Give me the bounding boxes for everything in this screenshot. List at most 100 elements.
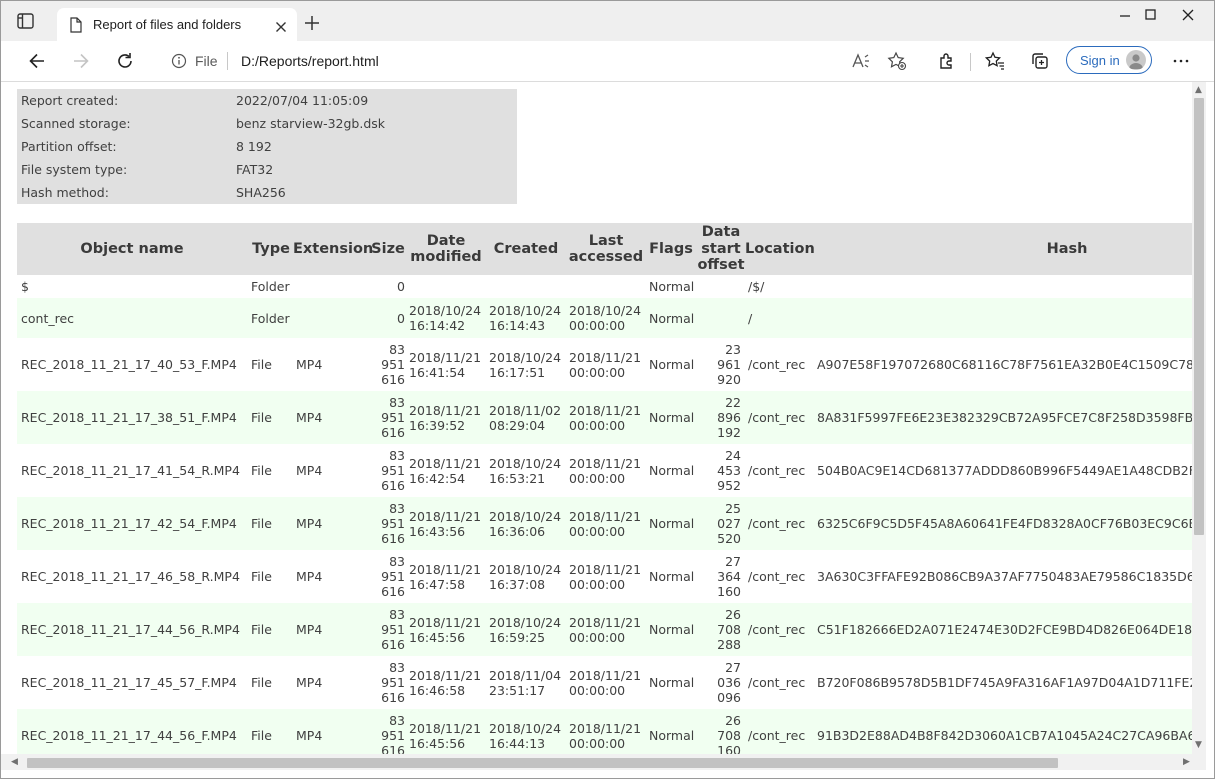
- cell-flags: Normal: [649, 622, 695, 637]
- vertical-scroll-thumb[interactable]: [1194, 98, 1204, 535]
- horizontal-scroll-thumb[interactable]: [27, 758, 1058, 768]
- col-extension: Extension: [293, 240, 374, 257]
- cell-location: /cont_rec: [748, 728, 806, 743]
- forward-arrow-icon[interactable]: [71, 51, 91, 75]
- meta-value: FAT32: [236, 162, 274, 177]
- cell-extension: MP4: [296, 569, 323, 584]
- address-bar[interactable]: File D:/Reports/report.html: [153, 46, 921, 76]
- close-icon[interactable]: [275, 18, 287, 37]
- tab-report[interactable]: Report of files and folders: [57, 8, 297, 42]
- info-icon[interactable]: [171, 53, 187, 73]
- meta-key: Partition offset:: [21, 139, 117, 154]
- cell-type: File: [251, 622, 272, 637]
- col-size: Size: [371, 240, 405, 257]
- maximize-icon[interactable]: [1144, 7, 1158, 21]
- table-header: Object name Type Extension Size Date modified…: [17, 223, 1192, 275]
- cell-object-name: REC_2018_11_21_17_41_54_R.MP4: [21, 463, 240, 478]
- table-row[interactable]: REC_2018_11_21_17_42_54_F.MP4 File MP4 83 95…: [17, 497, 1192, 550]
- cell-created: 2018/10/24 16:53:21: [489, 456, 562, 486]
- sign-in-button[interactable]: Sign in: [1066, 46, 1152, 74]
- window-close-icon[interactable]: [1181, 7, 1195, 21]
- cell-hash: 6325C6F9C5D5F45A8A60641FE4FD8328A0CF76B0…: [817, 516, 1192, 531]
- cell-location: /cont_rec: [748, 410, 806, 425]
- more-icon[interactable]: [1171, 51, 1191, 75]
- cell-flags: Normal: [649, 410, 695, 425]
- cell-object-name: REC_2018_11_21_17_44_56_R.MP4: [21, 622, 240, 637]
- table-row[interactable]: REC_2018_11_21_17_40_53_F.MP4 File MP4 83 95…: [17, 338, 1192, 391]
- cell-last-accessed: 2018/11/21 00:00:00: [569, 721, 642, 751]
- meta-value: SHA256: [236, 185, 286, 200]
- meta-row: File system type: FAT32: [21, 158, 517, 181]
- cell-data-start-offset: 26 708 160: [717, 713, 741, 754]
- cell-date-modified: 2018/11/21 16:45:56: [409, 615, 482, 645]
- cell-type: File: [251, 675, 272, 690]
- table-row[interactable]: REC_2018_11_21_17_46_58_R.MP4 File MP4 83 95…: [17, 550, 1192, 603]
- cell-location: /cont_rec: [748, 622, 806, 637]
- cell-last-accessed: 2018/10/24 00:00:00: [569, 303, 642, 333]
- minimize-icon[interactable]: [1118, 7, 1132, 21]
- tab-actions-icon[interactable]: [15, 11, 37, 31]
- favorites-icon[interactable]: [984, 51, 1005, 75]
- cell-created: 2018/10/24 16:59:25: [489, 615, 562, 645]
- col-date-modified: Date modified: [410, 232, 482, 266]
- cell-location: /$/: [748, 279, 765, 294]
- address-url[interactable]: D:/Reports/report.html: [241, 53, 379, 69]
- scroll-right-icon[interactable]: ▶: [1183, 757, 1190, 767]
- cell-location: /cont_rec: [748, 357, 806, 372]
- cell-created: 2018/10/24 16:17:51: [489, 350, 562, 380]
- cell-date-modified: 2018/11/21 16:45:56: [409, 721, 482, 751]
- table-row[interactable]: REC_2018_11_21_17_38_51_F.MP4 File MP4 83 95…: [17, 391, 1192, 444]
- cell-flags: Normal: [649, 728, 695, 743]
- plus-icon[interactable]: [304, 15, 320, 35]
- add-favorite-icon[interactable]: [887, 51, 907, 75]
- cell-last-accessed: 2018/11/21 00:00:00: [569, 350, 642, 380]
- cell-extension: MP4: [296, 463, 323, 478]
- cell-created: 2018/10/24 16:37:08: [489, 562, 562, 592]
- cell-flags: Normal: [649, 463, 695, 478]
- table-row[interactable]: REC_2018_11_21_17_44_56_F.MP4 File MP4 83 95…: [17, 709, 1192, 754]
- refresh-icon[interactable]: [115, 51, 135, 75]
- col-last-accessed: Last accessed: [568, 232, 644, 266]
- report-metadata: Report created: 2022/07/04 11:05:09 Scanne…: [17, 89, 517, 204]
- scroll-up-icon[interactable]: ▲: [1195, 85, 1202, 95]
- back-arrow-icon[interactable]: [27, 51, 47, 75]
- cell-flags: Normal: [649, 279, 695, 294]
- extensions-icon[interactable]: [937, 51, 957, 75]
- table-row[interactable]: cont_rec Folder 0 2018/10/24 16:14:42 2018/10…: [17, 298, 1192, 338]
- cell-data-start-offset: 23 961 920: [717, 342, 741, 387]
- cell-date-modified: 2018/11/21 16:46:58: [409, 668, 482, 698]
- cell-data-start-offset: 27 364 160: [717, 554, 741, 599]
- cell-object-name: REC_2018_11_21_17_45_57_F.MP4: [21, 675, 237, 690]
- cell-created: 2018/10/24 16:44:13: [489, 721, 562, 751]
- table-row[interactable]: REC_2018_11_21_17_44_56_R.MP4 File MP4 83 95…: [17, 603, 1192, 656]
- cell-location: /cont_rec: [748, 516, 806, 531]
- scroll-left-icon[interactable]: ◀: [11, 757, 18, 767]
- meta-value: 8 192: [236, 139, 272, 154]
- cell-date-modified: 2018/11/21 16:47:58: [409, 562, 482, 592]
- cell-object-name: REC_2018_11_21_17_46_58_R.MP4: [21, 569, 240, 584]
- page-icon: [69, 17, 83, 37]
- cell-size: 83 951 616: [381, 607, 405, 652]
- table-row[interactable]: REC_2018_11_21_17_45_57_F.MP4 File MP4 83 95…: [17, 656, 1192, 709]
- toolbar: File D:/Reports/report.html Sign in: [1, 41, 1214, 82]
- meta-value: 2022/07/04 11:05:09: [236, 93, 369, 108]
- table-row[interactable]: $ Folder 0 Normal /$/: [17, 275, 1192, 298]
- cell-hash: 8A831F5997FE6E23E382329CB72A95FCE7C8F258…: [817, 410, 1192, 425]
- cell-extension: MP4: [296, 622, 323, 637]
- address-scheme-label: File: [195, 53, 218, 69]
- col-location: Location: [745, 240, 815, 257]
- cell-location: /: [748, 311, 753, 326]
- scroll-down-icon[interactable]: ▼: [1195, 740, 1202, 750]
- cell-type: Folder: [251, 279, 290, 294]
- cell-date-modified: 2018/11/21 16:39:52: [409, 403, 482, 433]
- collections-icon[interactable]: [1030, 51, 1050, 75]
- meta-row: Report created: 2022/07/04 11:05:09: [21, 89, 517, 112]
- cell-object-name: REC_2018_11_21_17_42_54_F.MP4: [21, 516, 237, 531]
- cell-data-start-offset: 25 027 520: [717, 501, 741, 546]
- read-aloud-icon[interactable]: [851, 51, 871, 75]
- meta-value: benz starview-32gb.dsk: [236, 116, 386, 131]
- cell-extension: MP4: [296, 410, 323, 425]
- table-row[interactable]: REC_2018_11_21_17_41_54_R.MP4 File MP4 83 95…: [17, 444, 1192, 497]
- browser-window: Report of files and folders File D:/Repo…: [0, 0, 1215, 779]
- cell-object-name: REC_2018_11_21_17_44_56_F.MP4: [21, 728, 237, 743]
